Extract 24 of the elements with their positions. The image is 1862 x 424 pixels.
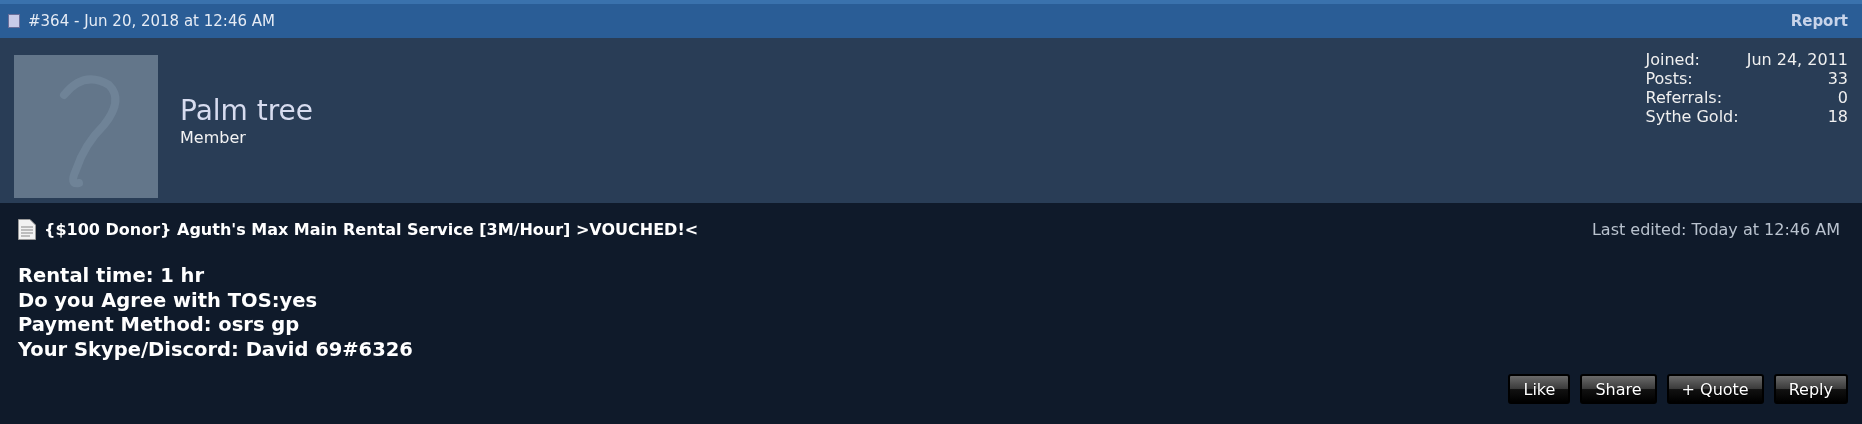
post-title: {$100 Donor} Aguth's Max Main Rental Service [3M/Hour] >VOUCHED!< bbox=[44, 220, 699, 239]
stat-value: 33 bbox=[1826, 69, 1848, 88]
last-edited: Last edited: Today at 12:46 AM bbox=[1591, 220, 1841, 239]
stat-label: Posts: bbox=[1645, 69, 1694, 88]
stat-value: 0 bbox=[1836, 88, 1848, 107]
report-link[interactable]: Report bbox=[1790, 12, 1848, 30]
document-icon bbox=[18, 219, 36, 240]
post-number-date: #364 - Jun 20, 2018 at 12:46 AM bbox=[28, 12, 275, 30]
stat-label: Referrals: bbox=[1645, 88, 1724, 107]
stat-label: Joined: bbox=[1645, 50, 1701, 69]
document-icon bbox=[8, 14, 20, 28]
stat-label: Sythe Gold: bbox=[1645, 107, 1739, 126]
stat-value: Jun 24, 2011 bbox=[1746, 50, 1848, 69]
post-text-line: Rental time: 1 hr bbox=[18, 264, 206, 289]
stat-value: 18 bbox=[1826, 107, 1848, 126]
user-rank: Member bbox=[180, 127, 247, 147]
post-text-line: Do you Agree with TOS:yes bbox=[18, 288, 318, 313]
post-action-button[interactable]: + Quote bbox=[1666, 374, 1764, 404]
post-text-line: Your Skype/Discord: David 69#6326 bbox=[18, 337, 414, 362]
post-action-button[interactable]: Reply bbox=[1773, 374, 1848, 404]
post-action-button[interactable]: Like bbox=[1508, 374, 1571, 404]
post-action-button[interactable]: Share bbox=[1580, 374, 1657, 404]
post-text-line: Payment Method: osrs gp bbox=[18, 313, 301, 338]
username[interactable]: Palm tree bbox=[180, 93, 1646, 128]
